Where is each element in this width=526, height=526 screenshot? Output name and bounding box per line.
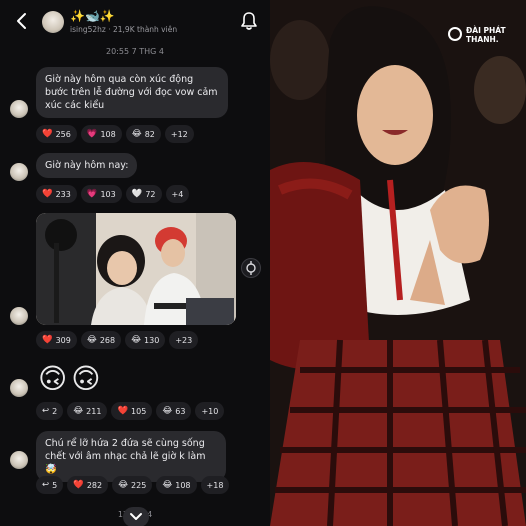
message-bubble[interactable]: Chú rể lỡ hứa 2 đứa sẽ cùng sống chết vớ… <box>36 431 226 482</box>
reaction-chip[interactable]: 💗 108 <box>80 125 122 143</box>
sender-avatar[interactable] <box>10 307 28 325</box>
laugh-icon: 😂 <box>131 128 142 139</box>
heart-icon: ❤️ <box>117 405 129 416</box>
reply-chip[interactable]: ↩ 5 <box>36 476 64 494</box>
reaction-more-chip[interactable]: +12 <box>164 125 194 143</box>
reply-chip[interactable]: ↩ 2 <box>36 402 64 420</box>
reaction-chip[interactable]: ❤️ 309 <box>36 331 77 349</box>
reaction-count: 233 <box>55 189 71 199</box>
reaction-row: ↩ 5 ❤️ 282 😂 225 😂 108 +18 <box>36 476 230 494</box>
reaction-count: 268 <box>99 335 116 345</box>
sender-avatar[interactable] <box>10 379 28 397</box>
reaction-count: 256 <box>55 129 71 139</box>
brand-logo: ĐÀI PHÁT THANH. <box>448 26 506 44</box>
reaction-chip[interactable]: 😂 130 <box>125 331 166 349</box>
reaction-count: 309 <box>55 335 71 345</box>
reaction-chip[interactable]: 😂 82 <box>125 125 161 143</box>
chevron-left-icon[interactable] <box>14 12 32 32</box>
reaction-chip[interactable]: ❤️ 282 <box>67 476 109 494</box>
reaction-count: 130 <box>144 335 160 345</box>
white-heart-icon: 🤍 <box>131 188 143 199</box>
brand-line-1: ĐÀI PHÁT <box>466 26 506 35</box>
channel-handle: ising52hz <box>70 25 106 34</box>
sender-avatar[interactable] <box>10 100 28 118</box>
photo-scene <box>36 213 236 325</box>
heart-icon: ❤️ <box>42 128 53 139</box>
laugh-icon: 😂 <box>86 334 97 345</box>
reaction-chip[interactable]: 🤍 72 <box>125 185 162 203</box>
performer-illustration <box>270 0 526 526</box>
reaction-count: +4 <box>171 189 184 199</box>
reaction-count: 103 <box>100 189 116 199</box>
message-bubble[interactable]: Giờ này hôm nay: <box>36 153 138 178</box>
channel-subtitle: ising52hz · 21,9K thành viên <box>70 25 177 34</box>
brand-icon <box>448 27 462 41</box>
reaction-chip[interactable]: ❤️ 105 <box>111 402 153 420</box>
message-photo[interactable] <box>36 213 236 325</box>
reply-count: 5 <box>52 480 58 490</box>
share-button[interactable] <box>241 258 261 278</box>
laugh-icon: 😂 <box>131 334 142 345</box>
pink-heart-icon: 💗 <box>86 128 98 139</box>
reaction-more-chip[interactable]: +4 <box>165 185 190 203</box>
reaction-count: +18 <box>206 480 224 490</box>
reaction-row: ↩ 2 😂 211 ❤️ 105 😂 63 +10 <box>36 402 225 420</box>
sender-avatar[interactable] <box>10 451 28 469</box>
reaction-chip[interactable]: 💗 103 <box>80 185 122 203</box>
reaction-chip[interactable]: ❤️ 256 <box>36 125 77 143</box>
channel-header: ✨🐋✨ ising52hz · 21,9K thành viên <box>0 0 270 44</box>
reaction-chip[interactable]: 😂 268 <box>80 331 122 349</box>
reaction-more-chip[interactable]: +23 <box>169 331 199 349</box>
reply-count: 2 <box>52 406 58 416</box>
reaction-chip[interactable]: 😂 211 <box>67 402 108 420</box>
reaction-count: 282 <box>86 480 103 490</box>
channel-avatar[interactable] <box>42 11 64 33</box>
laugh-icon: 😂 <box>118 479 129 490</box>
reaction-chip[interactable]: ❤️ 233 <box>36 185 77 203</box>
heart-icon: ❤️ <box>42 334 53 345</box>
reply-icon: ↩ <box>42 405 50 416</box>
chat-panel: ✨🐋✨ ising52hz · 21,9K thành viên 20:55 7… <box>0 0 270 526</box>
reaction-count: 82 <box>144 129 155 139</box>
chevron-down-icon <box>130 513 142 520</box>
bell-icon[interactable] <box>240 11 260 31</box>
scroll-down-button[interactable] <box>123 507 149 526</box>
reaction-count: 63 <box>175 406 186 416</box>
reaction-chip[interactable]: 😂 63 <box>156 402 192 420</box>
reaction-row: ❤️ 256 💗 108 😂 82 +12 <box>36 125 194 143</box>
pink-heart-icon: 💗 <box>86 188 98 199</box>
timestamp-top: 20:55 7 THG 4 <box>106 47 164 56</box>
reaction-count: +12 <box>170 129 188 139</box>
sender-avatar[interactable] <box>10 163 28 181</box>
heart-icon: ❤️ <box>42 188 53 199</box>
heart-icon: ❤️ <box>73 479 84 490</box>
reaction-count: +23 <box>175 335 193 345</box>
reaction-count: 225 <box>131 480 147 490</box>
reaction-more-chip[interactable]: +18 <box>200 476 230 494</box>
brand-line-2: THANH. <box>466 35 499 44</box>
reaction-row: ❤️ 233 💗 103 🤍 72 +4 <box>36 185 190 203</box>
channel-title[interactable]: ✨🐋✨ <box>70 9 115 23</box>
message-bubble[interactable]: Giờ này hôm qua còn xúc động bước trên l… <box>36 67 228 118</box>
reaction-count: 108 <box>175 480 191 490</box>
laugh-icon: 😂 <box>162 479 173 490</box>
reaction-chip[interactable]: 😂 225 <box>112 476 153 494</box>
reaction-more-chip[interactable]: +10 <box>195 402 225 420</box>
brand-text: ĐÀI PHÁT THANH. <box>466 26 506 44</box>
reaction-count: 72 <box>145 189 156 199</box>
reply-icon: ↩ <box>42 479 50 490</box>
reaction-count: +10 <box>201 406 219 416</box>
performer-photo <box>270 0 526 526</box>
emoji-message[interactable]: 🙃🙃 <box>38 362 104 396</box>
reaction-row: ❤️ 309 😂 268 😂 130 +23 <box>36 331 199 349</box>
reaction-count: 108 <box>100 129 116 139</box>
share-icon <box>246 261 256 275</box>
reaction-chip[interactable]: 😂 108 <box>156 476 197 494</box>
reaction-count: 105 <box>131 406 147 416</box>
member-count: 21,9K thành viên <box>113 25 178 34</box>
laugh-icon: 😂 <box>162 405 173 416</box>
reaction-count: 211 <box>86 406 102 416</box>
laugh-icon: 😂 <box>73 405 84 416</box>
